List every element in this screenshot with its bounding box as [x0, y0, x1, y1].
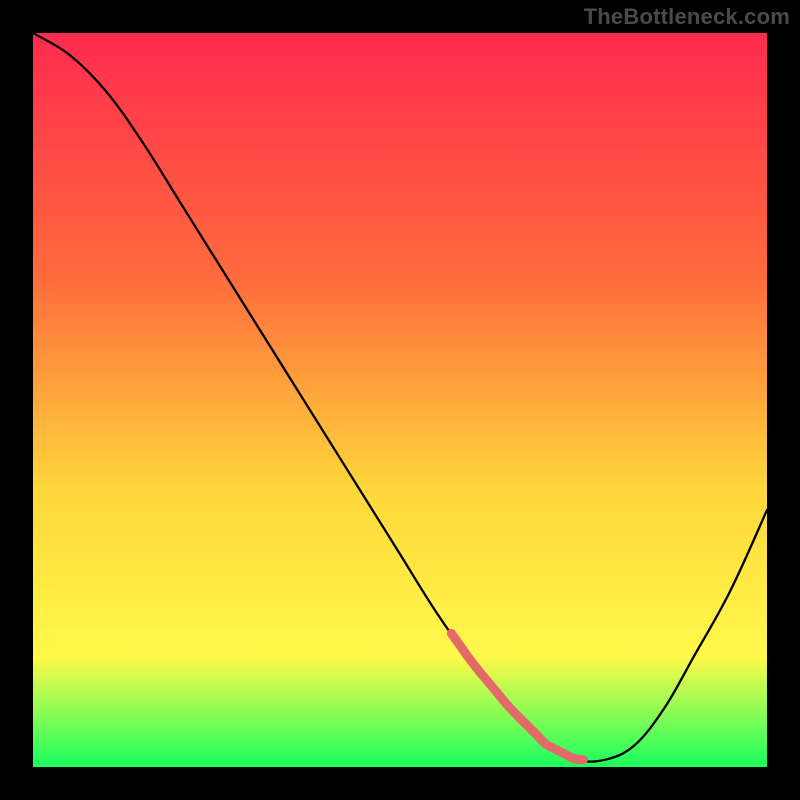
plot-area	[33, 33, 767, 767]
chart-frame: TheBottleneck.com	[0, 0, 800, 800]
bottleneck-chart	[33, 33, 767, 767]
watermark-text: TheBottleneck.com	[584, 4, 790, 30]
